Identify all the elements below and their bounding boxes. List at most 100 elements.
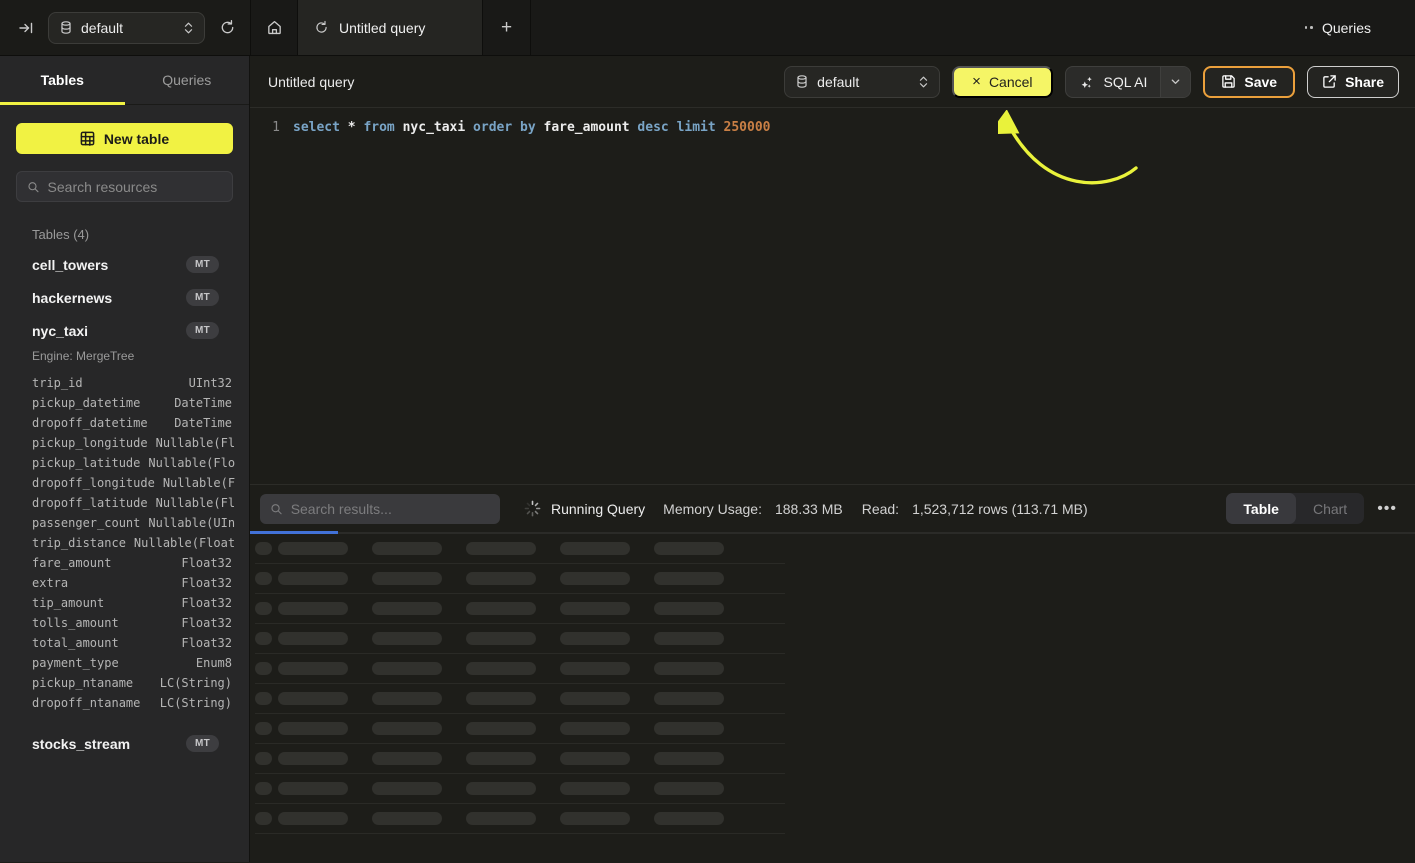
queries-shortcut-label: Queries [1322,20,1371,36]
skeleton-cell [466,572,536,585]
skeleton-cell [255,602,272,615]
results-loading-skeleton [250,534,1415,834]
share-icon [1322,74,1337,89]
skeleton-row [255,594,785,624]
chevron-updown-icon [918,75,929,89]
database-icon [795,74,809,89]
query-database-value: default [817,74,910,90]
table-row[interactable]: stocks_streamMT [0,727,249,760]
sql-token: from [363,120,394,135]
view-toggle: Table Chart [1226,493,1364,524]
sidebar-tab-queries[interactable]: Queries [125,56,250,104]
query-toolbar: Untitled query default × Cancel [250,56,1415,108]
column-row: total_amountFloat32 [0,633,249,653]
skeleton-cell [278,722,348,735]
skeleton-row [255,804,785,834]
results-search[interactable] [260,494,500,524]
memory-usage-stat: Memory Usage: 188.33 MB [663,501,843,517]
table-row[interactable]: nyc_taxiMT [0,314,249,347]
refresh-icon[interactable] [219,19,236,36]
chevron-down-icon [1170,76,1181,87]
skeleton-cell [654,752,724,765]
skeleton-cell [278,752,348,765]
skeleton-cell [372,812,442,825]
main-panel: Untitled query default × Cancel [250,56,1415,862]
new-table-button[interactable]: New table [16,123,233,154]
column-type: Nullable(F [163,476,235,490]
skeleton-cell [255,752,272,765]
skeleton-cell [560,752,630,765]
column-name: total_amount [32,636,119,650]
home-button[interactable] [251,0,298,55]
table-row[interactable]: cell_towersMT [0,248,249,281]
cancel-button[interactable]: × Cancel [952,66,1052,98]
column-type: Float32 [181,596,232,610]
sql-token: order [473,120,512,135]
memory-usage-value: 188.33 MB [775,501,843,517]
line-number: 1 [266,118,280,138]
table-name: stocks_stream [32,736,130,752]
save-icon [1221,74,1236,89]
table-name: nyc_taxi [32,323,88,339]
results-search-input[interactable] [291,501,490,517]
column-name: tip_amount [32,596,104,610]
database-selector[interactable]: default [48,12,205,44]
column-name: extra [32,576,68,590]
sql-ai-button[interactable]: SQL AI [1065,66,1192,98]
sync-icon [314,20,329,35]
tab-label: Untitled query [339,20,425,36]
skeleton-row [255,624,785,654]
sql-ai-dropdown[interactable] [1160,67,1190,97]
column-row: dropoff_ntanameLC(String) [0,693,249,713]
skeleton-cell [466,722,536,735]
close-icon: × [972,73,981,90]
sidebar-tab-tables[interactable]: Tables [0,56,125,104]
column-row: dropoff_longitudeNullable(F [0,473,249,493]
sql-code-line: select * from nyc_taxi order by fare_amo… [293,118,771,138]
sidebar-search[interactable] [16,171,233,202]
column-type: Nullable(Fl [156,496,235,510]
memory-usage-label: Memory Usage: [663,501,762,517]
save-button[interactable]: Save [1203,66,1295,98]
column-type: Nullable(UIn [148,516,235,530]
skeleton-row [255,714,785,744]
column-row: trip_distanceNullable(Float [0,533,249,553]
more-options-button[interactable]: ••• [1377,500,1397,518]
skeleton-row [255,774,785,804]
skeleton-cell [654,602,724,615]
query-status: Running Query [551,501,645,517]
column-name: dropoff_latitude [32,496,148,510]
new-table-label: New table [104,131,169,147]
share-button[interactable]: Share [1307,66,1399,98]
queries-shortcut[interactable]: Queries [1305,0,1415,55]
skeleton-cell [278,602,348,615]
column-row: tip_amount Float32 [0,593,249,613]
view-tab-chart[interactable]: Chart [1296,493,1364,524]
chevron-updown-icon [183,21,194,35]
skeleton-cell [372,632,442,645]
view-tab-table[interactable]: Table [1226,493,1296,524]
column-type: Nullable(Flo [148,456,235,470]
table-row[interactable]: hackernewsMT [0,281,249,314]
save-label: Save [1244,74,1277,90]
skeleton-cell [278,542,348,555]
query-progress-bar [250,531,338,534]
column-name: pickup_latitude [32,456,140,470]
database-selector-value: default [81,20,175,36]
sql-ai-label: SQL AI [1104,74,1148,90]
tables-list: cell_towersMThackernewsMTnyc_taxiMTEngin… [0,248,249,760]
topbar-left: default [0,0,250,55]
column-name: pickup_longitude [32,436,148,450]
new-tab-button[interactable]: + [483,0,531,55]
collapse-sidebar-icon[interactable] [18,20,34,36]
skeleton-cell [560,722,630,735]
query-database-selector[interactable]: default [784,66,940,98]
skeleton-row [255,654,785,684]
skeleton-cell [466,812,536,825]
sql-editor[interactable]: 1 select * from nyc_taxi order by fare_a… [250,108,1415,484]
tab-untitled-query[interactable]: Untitled query [298,0,483,55]
skeleton-cell [466,662,536,675]
skeleton-cell [466,782,536,795]
sidebar-search-input[interactable] [48,179,222,195]
column-name: dropoff_ntaname [32,696,140,710]
